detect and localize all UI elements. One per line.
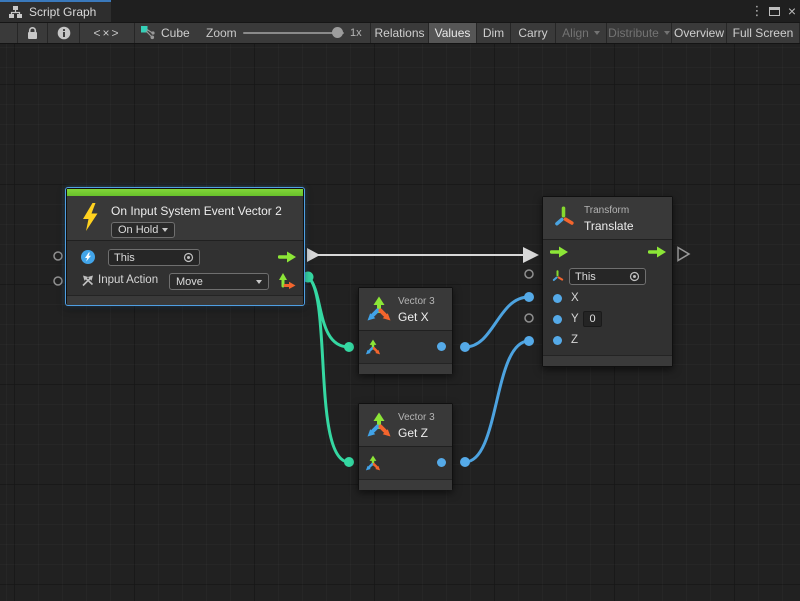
zoom-slider-handle[interactable] xyxy=(332,27,343,38)
toolbar-buttons: Relations Values Dim Carry Align Distrib… xyxy=(370,23,800,43)
graph-asset-reference[interactable]: Cube xyxy=(140,23,190,43)
getx-port-row xyxy=(359,332,452,362)
node-translate[interactable]: Transform Translate This X xyxy=(542,196,673,367)
close-button[interactable]: × xyxy=(784,0,800,22)
overview-button[interactable]: Overview xyxy=(672,23,727,43)
tab-title: Script Graph xyxy=(29,5,96,19)
lock-icon xyxy=(26,26,39,41)
getz-footer xyxy=(359,479,452,490)
translate-y-row: Y 0 xyxy=(543,309,672,331)
node-on-input-system-event[interactable]: On Input System Event Vector 2 On Hold T… xyxy=(66,188,304,305)
event-input-action-row: Input Action Move xyxy=(67,269,303,293)
input-action-label: Input Action xyxy=(98,274,158,286)
translate-z-row: Z xyxy=(543,331,672,351)
code-view-button[interactable]: <×> xyxy=(80,23,135,43)
distribute-dropdown[interactable]: Distribute xyxy=(607,23,672,43)
getz-title: Get Z xyxy=(398,426,428,440)
maximize-icon xyxy=(769,7,780,16)
script-graph-icon xyxy=(8,5,23,20)
vector3-input-icon[interactable] xyxy=(365,455,381,471)
getx-category: Vector 3 xyxy=(398,296,435,307)
event-node-footer xyxy=(67,295,303,305)
info-button[interactable] xyxy=(48,23,80,43)
translate-z-label: Z xyxy=(571,334,578,346)
translate-footer xyxy=(543,355,672,366)
getx-title: Get X xyxy=(398,310,429,324)
values-button[interactable]: Values xyxy=(429,23,477,43)
event-this-field[interactable]: This xyxy=(108,249,200,266)
chevron-down-icon xyxy=(256,280,262,284)
input-action-dropdown[interactable]: Move xyxy=(169,273,269,290)
event-node-header[interactable]: On Input System Event Vector 2 On Hold xyxy=(67,196,303,241)
tab-script-graph[interactable]: Script Graph xyxy=(0,0,111,22)
graph-toolbar: <×> Cube Zoom 1x Relations Values Dim Ca… xyxy=(0,22,800,44)
getx-footer xyxy=(359,363,452,374)
getx-header[interactable]: Vector 3 Get X xyxy=(359,288,452,331)
translate-x-row: X xyxy=(543,289,672,309)
getz-category: Vector 3 xyxy=(398,412,435,423)
control-output-arrow-icon[interactable] xyxy=(648,246,667,258)
info-icon xyxy=(57,26,71,40)
window-tab-bar: Script Graph ⋮ × xyxy=(0,0,800,22)
vector2-output-icon[interactable] xyxy=(278,272,297,289)
translate-header[interactable]: Transform Translate xyxy=(543,197,672,240)
translate-y-label: Y xyxy=(571,313,579,325)
translate-this-field[interactable]: This xyxy=(569,268,646,285)
chevron-down-icon xyxy=(162,228,168,232)
zoom-value: 1x xyxy=(350,27,362,39)
event-this-row: This xyxy=(67,245,303,269)
relations-button[interactable]: Relations xyxy=(371,23,429,43)
lightning-bolt-icon xyxy=(80,203,100,231)
chevron-down-icon xyxy=(594,31,600,35)
carry-button[interactable]: Carry xyxy=(511,23,556,43)
vector3-icon xyxy=(366,296,392,321)
translate-y-value-field[interactable]: 0 xyxy=(583,311,602,327)
event-target-icon xyxy=(81,250,95,264)
graph-asset-icon xyxy=(140,25,156,41)
translate-x-port[interactable] xyxy=(553,294,562,303)
full-screen-button[interactable]: Full Screen xyxy=(727,23,800,43)
vector3-icon xyxy=(366,412,392,437)
target-picker-icon[interactable] xyxy=(629,271,640,282)
getz-header[interactable]: Vector 3 Get Z xyxy=(359,404,452,447)
getz-port-row xyxy=(359,448,452,478)
graph-asset-name: Cube xyxy=(161,26,190,40)
target-picker-icon[interactable] xyxy=(183,252,194,263)
maximize-button[interactable] xyxy=(766,0,782,22)
chevron-down-icon xyxy=(664,31,670,35)
window-menu-button[interactable]: ⋮ xyxy=(750,0,764,22)
control-input-arrow-icon[interactable] xyxy=(550,246,569,258)
translate-category: Transform xyxy=(584,205,629,216)
lock-button[interactable] xyxy=(17,23,48,43)
zoom-slider-track[interactable] xyxy=(243,32,344,34)
getx-output-port[interactable] xyxy=(437,342,446,351)
input-action-icon xyxy=(81,274,95,288)
node-get-x[interactable]: Vector 3 Get X xyxy=(358,287,453,374)
getz-output-port[interactable] xyxy=(437,458,446,467)
zoom-label: Zoom xyxy=(206,26,237,40)
event-node-accent-bar xyxy=(67,189,303,196)
dim-button[interactable]: Dim xyxy=(477,23,511,43)
transform-target-icon xyxy=(551,270,564,283)
node-get-z[interactable]: Vector 3 Get Z xyxy=(358,403,453,490)
event-mode-dropdown[interactable]: On Hold xyxy=(111,222,175,238)
translate-control-row xyxy=(543,241,672,265)
transform-icon xyxy=(552,206,575,229)
translate-this-row: This xyxy=(543,265,672,289)
translate-y-port[interactable] xyxy=(553,315,562,324)
event-node-title: On Input System Event Vector 2 xyxy=(111,204,282,218)
align-dropdown[interactable]: Align xyxy=(556,23,607,43)
translate-title: Translate xyxy=(584,219,634,233)
translate-x-label: X xyxy=(571,292,579,304)
vector3-input-icon[interactable] xyxy=(365,339,381,355)
translate-z-port[interactable] xyxy=(553,336,562,345)
control-output-arrow-icon[interactable] xyxy=(278,251,297,263)
